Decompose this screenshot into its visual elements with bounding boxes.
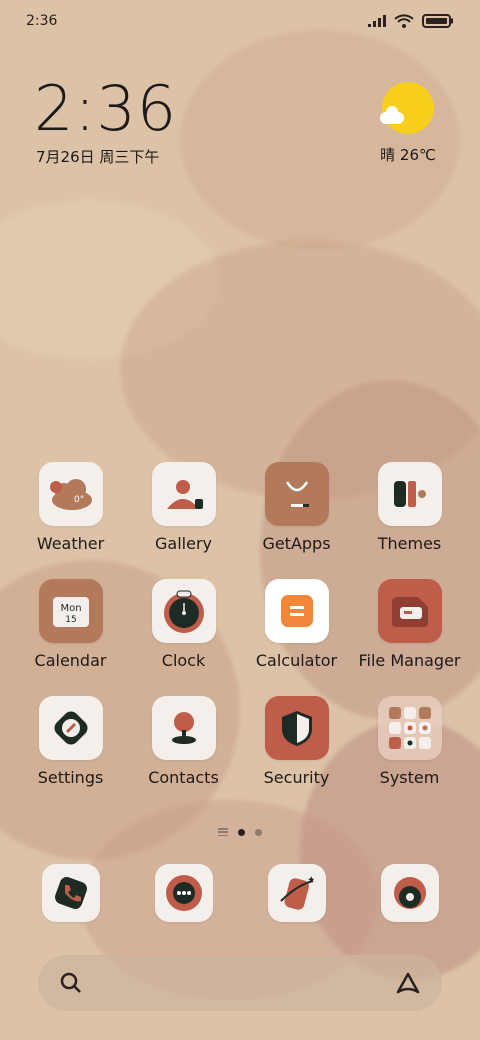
folder-grid-icon: [377, 696, 442, 760]
app-grid: 0° Weather Gallery GetApps Themes Mon 15…: [14, 462, 466, 787]
weather-widget[interactable]: 晴 26℃: [372, 82, 444, 165]
clock-icon: [151, 579, 216, 643]
app-clock[interactable]: Clock: [127, 579, 240, 670]
status-time: 2:36: [26, 13, 58, 29]
app-contacts[interactable]: Contacts: [127, 696, 240, 787]
search-bar[interactable]: [38, 955, 442, 1011]
shield-icon: [264, 696, 329, 760]
battery-icon: [422, 14, 453, 28]
app-label: Security: [263, 768, 330, 787]
search-icon: [60, 972, 81, 993]
folder-icon: [377, 579, 442, 643]
camera-icon: [380, 864, 439, 922]
signal-icon: [368, 15, 386, 27]
app-gallery[interactable]: Gallery: [127, 462, 240, 553]
page-indicator[interactable]: [0, 828, 480, 836]
home-date[interactable]: 7月26日 周三下午: [36, 146, 159, 167]
app-label: Themes: [377, 534, 442, 553]
app-security[interactable]: Security: [240, 696, 353, 787]
dock: ✦: [14, 864, 466, 922]
calculator-icon: [264, 579, 329, 643]
dock-browser[interactable]: ✦: [240, 864, 353, 922]
browser-icon: ✦: [267, 864, 326, 922]
assistant-icon[interactable]: [394, 970, 422, 996]
weather-cloud-icon: 0°: [38, 462, 103, 526]
app-label: File Manager: [358, 651, 461, 670]
svg-text:15: 15: [65, 615, 76, 625]
app-settings[interactable]: Settings: [14, 696, 127, 787]
app-system-folder[interactable]: System: [353, 696, 466, 787]
contacts-icon: [151, 696, 216, 760]
sun-icon: [380, 82, 434, 134]
app-file-manager[interactable]: File Manager: [353, 579, 466, 670]
app-calculator[interactable]: Calculator: [240, 579, 353, 670]
home-clock[interactable]: 2:36: [34, 78, 177, 140]
app-getapps[interactable]: GetApps: [240, 462, 353, 553]
app-label: Settings: [37, 768, 104, 787]
themes-icon: [377, 462, 442, 526]
app-label: Calendar: [34, 651, 107, 670]
messages-icon: [154, 864, 213, 922]
calendar-icon: Mon 15: [38, 579, 103, 643]
status-bar: 2:36: [0, 0, 480, 42]
phone-icon: [41, 864, 100, 922]
dock-phone[interactable]: [14, 864, 127, 922]
gallery-icon: [151, 462, 216, 526]
page-dot-active: [238, 828, 245, 836]
app-drawer-lines-icon: [218, 828, 228, 836]
app-label: Contacts: [148, 768, 219, 787]
wifi-icon: [394, 14, 414, 28]
app-label: GetApps: [262, 534, 331, 553]
svg-text:✦: ✦: [307, 875, 315, 886]
app-weather[interactable]: 0° Weather: [14, 462, 127, 553]
dock-camera[interactable]: [353, 864, 466, 922]
app-label: Clock: [161, 651, 206, 670]
settings-icon: [38, 696, 103, 760]
dock-messages[interactable]: [127, 864, 240, 922]
svg-text:Mon: Mon: [60, 603, 81, 614]
app-label: Weather: [36, 534, 105, 553]
shopping-bag-icon: [264, 462, 329, 526]
app-label: Gallery: [155, 534, 212, 553]
app-label: System: [379, 768, 440, 787]
app-label: Calculator: [255, 651, 338, 670]
weather-text: 晴 26℃: [380, 146, 436, 164]
app-calendar[interactable]: Mon 15 Calendar: [14, 579, 127, 670]
app-themes[interactable]: Themes: [353, 462, 466, 553]
weather-badge: 0°: [74, 495, 84, 505]
page-dot: [255, 828, 262, 836]
